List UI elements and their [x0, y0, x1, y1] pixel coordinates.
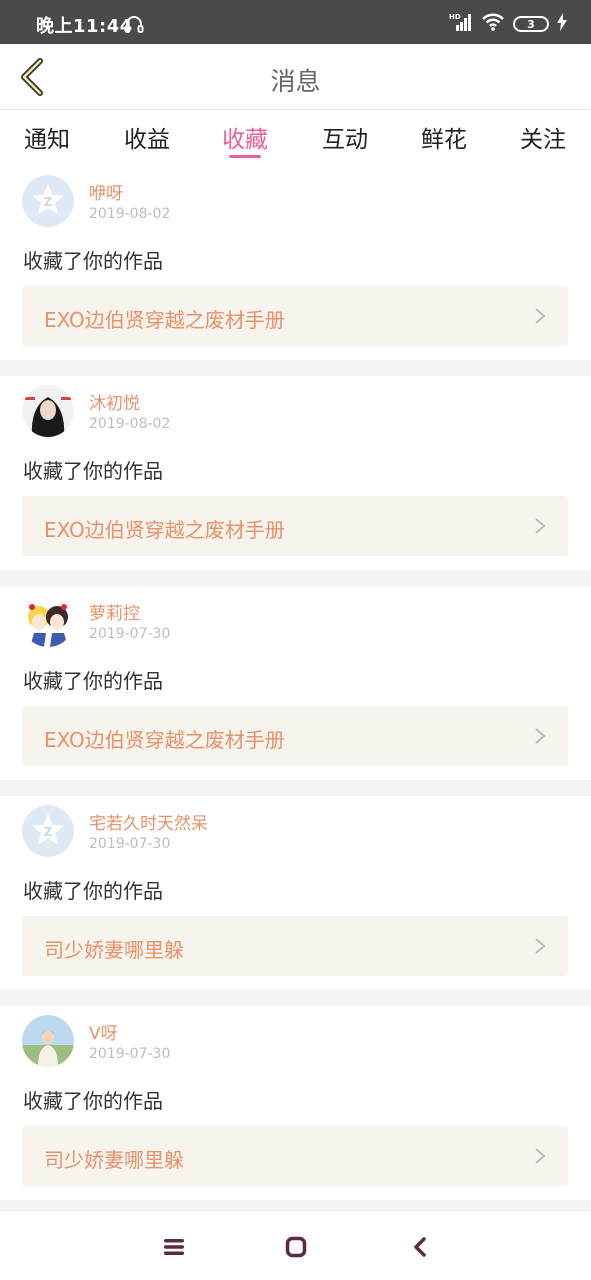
header: 消息 — [0, 44, 591, 110]
username[interactable]: V呀 — [89, 1019, 118, 1044]
svg-text:Z: Z — [44, 825, 53, 839]
avatar[interactable]: Z — [22, 175, 74, 227]
charging-icon — [557, 13, 567, 35]
chevron-right-icon — [535, 1148, 546, 1164]
message-card: 沐初悦 2019-08-02 收藏了你的作品 EXO边伯贤穿越之废材手册 — [0, 376, 591, 570]
username[interactable]: 萝莉控 — [89, 599, 140, 624]
message-date: 2019-08-02 — [89, 206, 171, 222]
username[interactable]: 沐初悦 — [89, 389, 140, 414]
tab-bar: 通知 收益 收藏 互动 鲜花 关注 — [0, 110, 591, 166]
message-date: 2019-07-30 — [89, 626, 171, 642]
tab-earnings[interactable]: 收益 — [117, 120, 177, 154]
avatar[interactable]: Z — [22, 805, 74, 857]
work-title: EXO边伯贤穿越之废材手册 — [44, 728, 285, 752]
default-avatar-icon: Z — [22, 805, 74, 857]
avatar[interactable] — [22, 1015, 74, 1067]
tab-follow[interactable]: 关注 — [513, 120, 573, 154]
action-text: 收藏了你的作品 — [23, 879, 163, 903]
action-text: 收藏了你的作品 — [23, 1089, 163, 1113]
page-title: 消息 — [270, 67, 321, 96]
status-bar: 晚上11:44 HD 3 — [0, 0, 591, 44]
status-time: 晚上11:44 — [36, 16, 133, 37]
battery-level: 3 — [527, 17, 535, 31]
work-title: 司少娇妻哪里躲 — [44, 1148, 184, 1172]
username[interactable]: 咿呀 — [89, 179, 123, 204]
battery-icon: 3 — [513, 16, 549, 32]
message-date: 2019-08-02 — [89, 416, 171, 432]
back-icon — [414, 1237, 426, 1257]
menu-button[interactable] — [160, 1233, 188, 1261]
work-link[interactable]: EXO边伯贤穿越之废材手册 — [22, 706, 568, 766]
work-link[interactable]: 司少娇妻哪里躲 — [22, 1126, 568, 1186]
work-link[interactable]: EXO边伯贤穿越之废材手册 — [22, 496, 568, 556]
avatar[interactable] — [22, 385, 74, 437]
back-nav-button[interactable] — [406, 1233, 434, 1261]
message-date: 2019-07-30 — [89, 1046, 171, 1062]
action-text: 收藏了你的作品 — [23, 249, 163, 273]
message-date: 2019-07-30 — [89, 836, 171, 852]
photo-avatar-icon — [22, 385, 74, 437]
work-title: EXO边伯贤穿越之废材手册 — [44, 308, 285, 332]
svg-text:HD: HD — [449, 13, 461, 21]
work-link[interactable]: 司少娇妻哪里躲 — [22, 916, 568, 976]
active-tab-indicator — [229, 155, 261, 158]
signal-icon: HD — [449, 12, 473, 36]
username[interactable]: 宅若久时天然呆 — [89, 809, 208, 834]
default-avatar-icon: Z — [22, 175, 74, 227]
home-button[interactable] — [282, 1233, 310, 1261]
chevron-right-icon — [535, 938, 546, 954]
tab-favorites[interactable]: 收藏 — [215, 120, 275, 154]
chevron-right-icon — [535, 728, 546, 744]
photo-avatar-icon — [22, 1015, 74, 1067]
tab-interaction[interactable]: 互动 — [315, 120, 375, 154]
action-text: 收藏了你的作品 — [23, 669, 163, 693]
message-card: Z 咿呀 2019-08-02 收藏了你的作品 EXO边伯贤穿越之废材手册 — [0, 166, 591, 360]
anime-avatar-icon — [22, 595, 74, 647]
work-title: 司少娇妻哪里躲 — [44, 938, 184, 962]
chevron-right-icon — [535, 308, 546, 324]
avatar[interactable] — [22, 595, 74, 647]
headphone-icon — [124, 15, 144, 37]
home-icon — [285, 1236, 307, 1258]
tab-flowers[interactable]: 鲜花 — [414, 120, 474, 154]
message-card: Z 宅若久时天然呆 2019-07-30 收藏了你的作品 司少娇妻哪里躲 — [0, 796, 591, 990]
action-text: 收藏了你的作品 — [23, 459, 163, 483]
menu-icon — [164, 1239, 184, 1255]
message-card: V呀 2019-07-30 收藏了你的作品 司少娇妻哪里躲 — [0, 1006, 591, 1200]
wifi-icon — [481, 12, 505, 36]
chevron-right-icon — [535, 518, 546, 534]
work-link[interactable]: EXO边伯贤穿越之废材手册 — [22, 286, 568, 346]
message-list[interactable]: Z 咿呀 2019-08-02 收藏了你的作品 EXO边伯贤穿越之废材手册 沐初… — [0, 166, 591, 1210]
svg-text:Z: Z — [44, 195, 53, 209]
message-card: 萝莉控 2019-07-30 收藏了你的作品 EXO边伯贤穿越之废材手册 — [0, 586, 591, 780]
system-nav-bar — [0, 1210, 591, 1280]
tab-notify[interactable]: 通知 — [17, 120, 77, 154]
work-title: EXO边伯贤穿越之废材手册 — [44, 518, 285, 542]
